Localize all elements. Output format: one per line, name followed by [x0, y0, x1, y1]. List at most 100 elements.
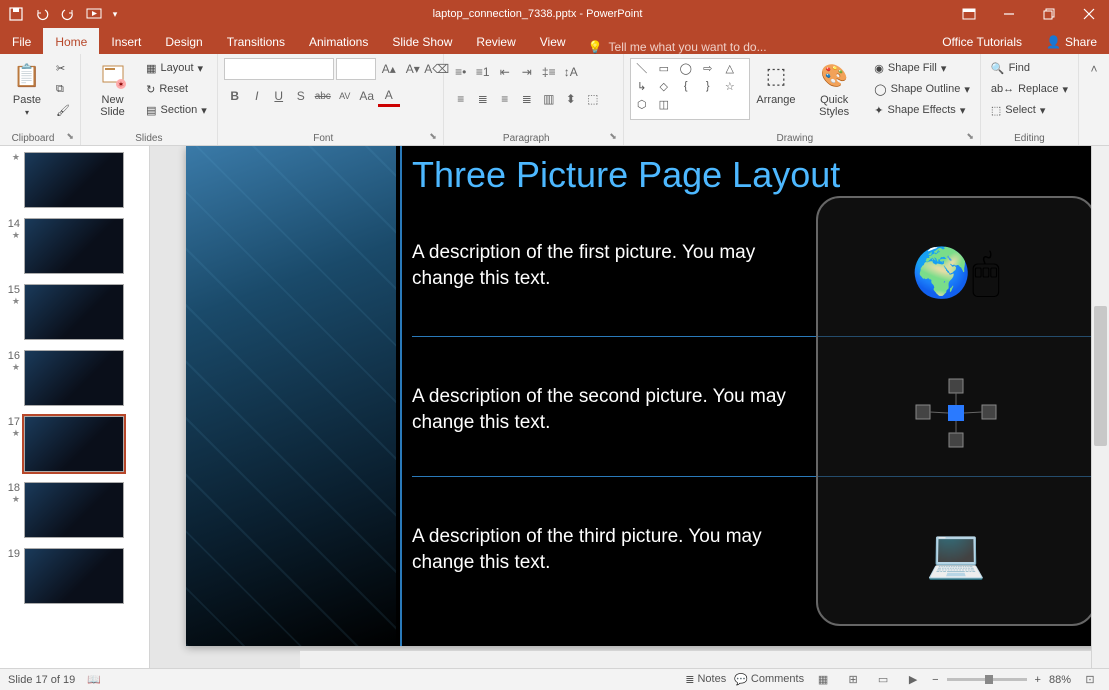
replace-button[interactable]: ab↔Replace ▾	[987, 79, 1072, 99]
align-text-button[interactable]: ⬍	[560, 88, 582, 110]
tab-animations[interactable]: Animations	[297, 28, 380, 54]
font-launcher[interactable]: ⬊	[423, 131, 437, 145]
drawing-launcher[interactable]: ⬊	[960, 131, 974, 145]
align-center-button[interactable]: ≣	[472, 88, 494, 110]
reset-button[interactable]: ↻Reset	[142, 79, 211, 99]
collapse-ribbon-button[interactable]: ˄	[1083, 58, 1105, 80]
zoom-percent[interactable]: 88%	[1049, 674, 1071, 686]
select-button[interactable]: ⬚Select ▾	[987, 100, 1072, 120]
share-button[interactable]: 👤Share	[1034, 28, 1109, 54]
font-color-button[interactable]: A	[378, 85, 400, 107]
notes-button[interactable]: ≣Notes	[685, 673, 726, 686]
underline-button[interactable]: U	[268, 85, 290, 107]
change-case-button[interactable]: Aa	[356, 85, 378, 107]
font-size-select[interactable]	[336, 58, 376, 80]
bullets-button[interactable]: ≡•	[450, 61, 472, 83]
restore-button[interactable]	[1029, 0, 1069, 28]
slide-title-text[interactable]: Three Picture Page Layout	[412, 154, 840, 196]
picture-3[interactable]: 💻	[828, 488, 1084, 618]
vertical-scrollbar[interactable]	[1091, 146, 1109, 668]
spell-check-icon[interactable]: 📖	[87, 673, 101, 686]
slide-edit-area[interactable]: Three Picture Page Layout A description …	[150, 146, 1109, 668]
qat-customize-button[interactable]: ▾	[108, 0, 122, 28]
office-tutorials-button[interactable]: Office Tutorials	[930, 28, 1034, 54]
picture-2[interactable]	[828, 348, 1084, 478]
increase-indent-button[interactable]: ⇥	[516, 61, 538, 83]
tab-slideshow[interactable]: Slide Show	[380, 28, 464, 54]
comments-button[interactable]: 💬Comments	[734, 673, 804, 686]
tab-home[interactable]: Home	[43, 28, 99, 54]
slide-desc-2[interactable]: A description of the second picture. You…	[412, 384, 812, 435]
shadow-button[interactable]: S	[290, 85, 312, 107]
tab-insert[interactable]: Insert	[99, 28, 153, 54]
decrease-indent-button[interactable]: ⇤	[494, 61, 516, 83]
slide-desc-3[interactable]: A description of the third picture. You …	[412, 524, 812, 575]
shape-fill-button[interactable]: ◉Shape Fill ▾	[870, 58, 974, 78]
slide-desc-1[interactable]: A description of the first picture. You …	[412, 240, 812, 291]
close-button[interactable]	[1069, 0, 1109, 28]
tab-transitions[interactable]: Transitions	[215, 28, 297, 54]
align-left-button[interactable]: ≡	[450, 88, 472, 110]
increase-font-button[interactable]: A▴	[378, 58, 400, 80]
text-direction-button[interactable]: ↕A	[560, 61, 582, 83]
fit-to-window-button[interactable]: ⊡	[1079, 671, 1101, 689]
slide-thumbnails-panel[interactable]: ★14★15★16★17★18★19	[0, 146, 150, 668]
slideshow-view-button[interactable]: ▶	[902, 671, 924, 689]
zoom-in-button[interactable]: +	[1035, 674, 1041, 686]
tab-design[interactable]: Design	[153, 28, 214, 54]
align-right-button[interactable]: ≡	[494, 88, 516, 110]
shape-outline-button[interactable]: ◯Shape Outline ▾	[870, 79, 974, 99]
clipboard-launcher[interactable]: ⬊	[60, 131, 74, 145]
decrease-font-button[interactable]: A▾	[402, 58, 424, 80]
numbering-button[interactable]: ≡1	[472, 61, 494, 83]
normal-view-button[interactable]: ▦	[812, 671, 834, 689]
slide-thumbnail[interactable]: 16★	[0, 348, 149, 414]
smartart-button[interactable]: ⬚	[582, 88, 604, 110]
section-button[interactable]: ▤Section ▾	[142, 100, 211, 120]
start-slideshow-button[interactable]	[82, 0, 106, 28]
horizontal-scrollbar[interactable]	[300, 650, 1091, 668]
justify-button[interactable]: ≣	[516, 88, 538, 110]
tell-me-search[interactable]: 💡 Tell me what you want to do...	[578, 40, 931, 54]
find-button[interactable]: 🔍Find	[987, 58, 1072, 78]
save-button[interactable]	[4, 0, 28, 28]
slide-thumbnail[interactable]: 17★	[0, 414, 149, 480]
cut-button[interactable]: ✂	[52, 58, 74, 78]
slide-thumbnail[interactable]: 14★	[0, 216, 149, 282]
slide-thumbnail[interactable]: ★	[0, 150, 149, 216]
quick-styles-button[interactable]: 🎨 Quick Styles	[802, 58, 866, 120]
zoom-out-button[interactable]: −	[932, 674, 938, 686]
format-painter-button[interactable]: 🖌	[52, 100, 74, 120]
zoom-slider[interactable]	[947, 678, 1027, 681]
redo-button[interactable]	[56, 0, 80, 28]
tab-review[interactable]: Review	[464, 28, 527, 54]
picture-1[interactable]: 🌍🖱	[828, 208, 1084, 338]
bold-button[interactable]: B	[224, 85, 246, 107]
minimize-button[interactable]	[989, 0, 1029, 28]
slide-thumbnail[interactable]: 19	[0, 546, 149, 612]
copy-button[interactable]: ⧉	[52, 79, 74, 99]
columns-button[interactable]: ▥	[538, 88, 560, 110]
reading-view-button[interactable]: ▭	[872, 671, 894, 689]
strikethrough-button[interactable]: abc	[312, 85, 334, 107]
arrange-button[interactable]: ⬚ Arrange	[754, 58, 798, 108]
slide-thumbnail[interactable]: 18★	[0, 480, 149, 546]
shape-effects-button[interactable]: ✦Shape Effects ▾	[870, 100, 974, 120]
ribbon-display-options-button[interactable]	[949, 0, 989, 28]
char-spacing-button[interactable]: AV	[334, 85, 356, 107]
italic-button[interactable]: I	[246, 85, 268, 107]
tab-file[interactable]: File	[0, 28, 43, 54]
font-family-select[interactable]	[224, 58, 334, 80]
slide-counter[interactable]: Slide 17 of 19	[8, 674, 75, 686]
new-slide-button[interactable]: ✶ New Slide	[87, 58, 138, 120]
sorter-view-button[interactable]: ⊞	[842, 671, 864, 689]
paragraph-launcher[interactable]: ⬊	[603, 131, 617, 145]
slide-thumbnail[interactable]: 15★	[0, 282, 149, 348]
line-spacing-button[interactable]: ‡≡	[538, 61, 560, 83]
layout-button[interactable]: ▦Layout ▾	[142, 58, 211, 78]
scrollbar-thumb[interactable]	[1094, 306, 1107, 446]
paste-button[interactable]: 📋 Paste ▾	[6, 58, 48, 119]
tab-view[interactable]: View	[528, 28, 578, 54]
undo-button[interactable]	[30, 0, 54, 28]
shapes-gallery[interactable]: ＼ ▭ ◯ ⇨ △ ↳ ◇ { } ☆ ⬡ ◫	[630, 58, 750, 120]
